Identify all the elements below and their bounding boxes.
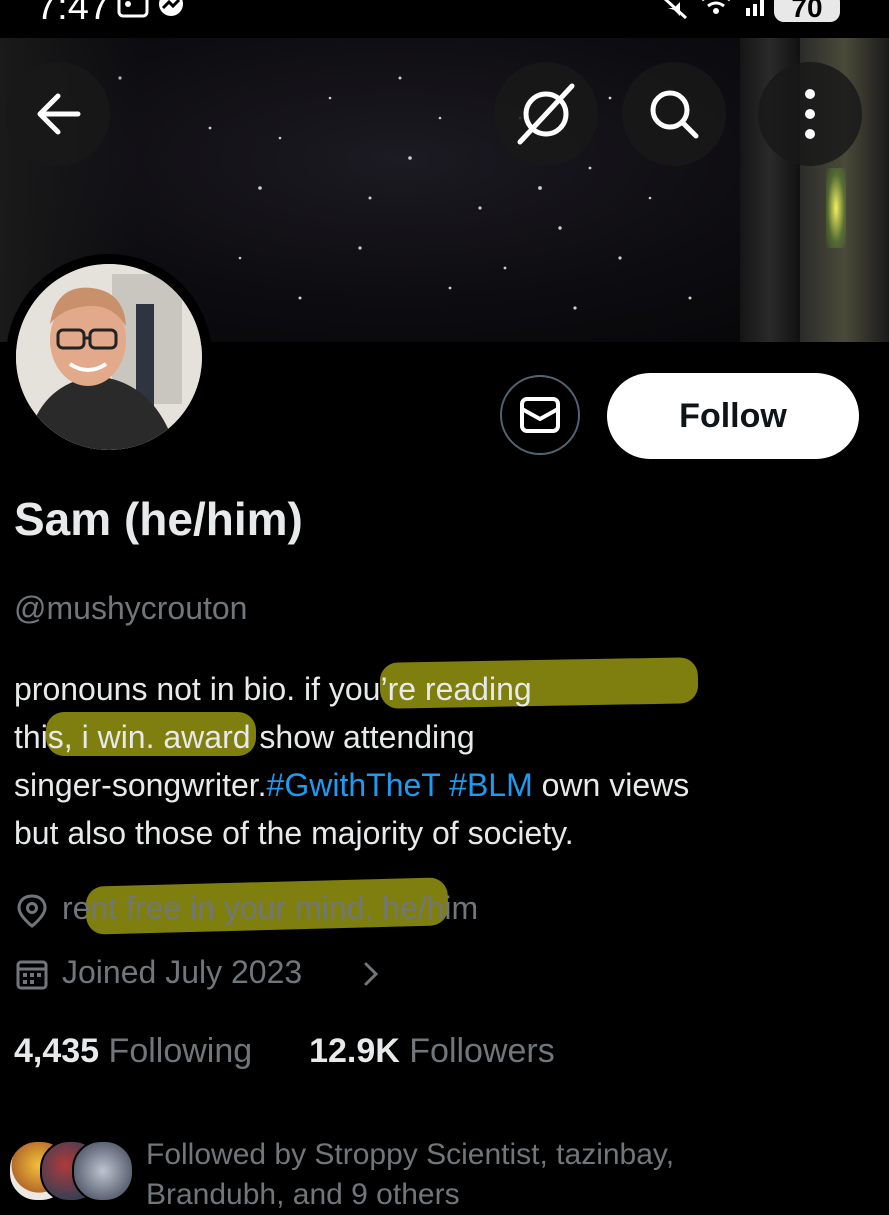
following-link[interactable]: 4,435 Following — [14, 1032, 252, 1070]
messenger-icon — [159, 0, 183, 16]
profile-location: rent free in your mind. he/him — [62, 890, 479, 926]
followed-by-line: Brandubh, and 9 others — [146, 1178, 460, 1211]
message-button[interactable] — [500, 375, 580, 455]
profile-bio: pronouns not in bio. if you’re reading t… — [14, 665, 874, 857]
hashtag-link[interactable]: #BLM — [449, 767, 533, 803]
arrow-left-icon — [37, 93, 81, 135]
envelope-icon — [520, 397, 560, 433]
followers-count: 12.9K — [309, 1032, 400, 1070]
bio-line: pronouns not in bio. if you’re reading — [14, 671, 532, 707]
status-time: 7:47 — [36, 0, 110, 28]
wifi-signal-icon — [702, 0, 764, 16]
bio-line: but also those of the majority of societ… — [14, 815, 574, 851]
status-bar: 7:47 70 — [0, 0, 889, 38]
location-pin-icon — [17, 894, 47, 928]
bio-text: singer-songwriter. — [14, 767, 267, 803]
followers-label: Followers — [409, 1032, 555, 1070]
avatar-photo — [16, 264, 202, 450]
search-button[interactable] — [622, 62, 726, 166]
bio-line: this, i win. award show attending — [14, 719, 475, 755]
more-vertical-icon — [805, 89, 815, 139]
follow-button[interactable]: Follow — [607, 373, 859, 459]
profile-name: Sam (he/him) — [14, 493, 303, 545]
follower-avatar[interactable] — [72, 1140, 134, 1202]
followers-link[interactable]: 12.9K Followers — [309, 1032, 555, 1070]
back-button[interactable] — [6, 62, 110, 166]
avatar[interactable] — [6, 254, 212, 460]
more-options-button[interactable] — [758, 62, 862, 166]
followed-by-line: Followed by Stroppy Scientist, tazinbay, — [146, 1138, 675, 1171]
slash-circle-icon — [517, 83, 575, 145]
following-label: Following — [108, 1032, 253, 1070]
hashtag-link[interactable]: #GwithTheT — [267, 767, 441, 803]
profile-handle: @mushycrouton — [14, 590, 248, 626]
bio-text: own views — [532, 767, 690, 803]
following-count: 4,435 — [14, 1032, 100, 1070]
person-photo — [16, 264, 202, 450]
calendar-icon — [16, 960, 48, 990]
search-icon — [650, 90, 699, 139]
gallery-icon — [117, 0, 149, 18]
follow-counts: 4,435 Following 12.9K Followers — [14, 1032, 555, 1071]
profile-joined-date[interactable]: Joined July 2023 — [62, 954, 302, 991]
followed-by-text[interactable]: Followed by Stroppy Scientist, tazinbay,… — [146, 1135, 866, 1215]
banner-light — [826, 168, 846, 248]
chevron-right-icon[interactable] — [356, 958, 386, 990]
battery-indicator: 70 — [774, 0, 840, 23]
grok-button[interactable] — [494, 62, 598, 166]
mute-icon — [663, 0, 688, 20]
bio-line: singer-songwriter.#GwithTheT #BLM own vi… — [14, 761, 874, 809]
